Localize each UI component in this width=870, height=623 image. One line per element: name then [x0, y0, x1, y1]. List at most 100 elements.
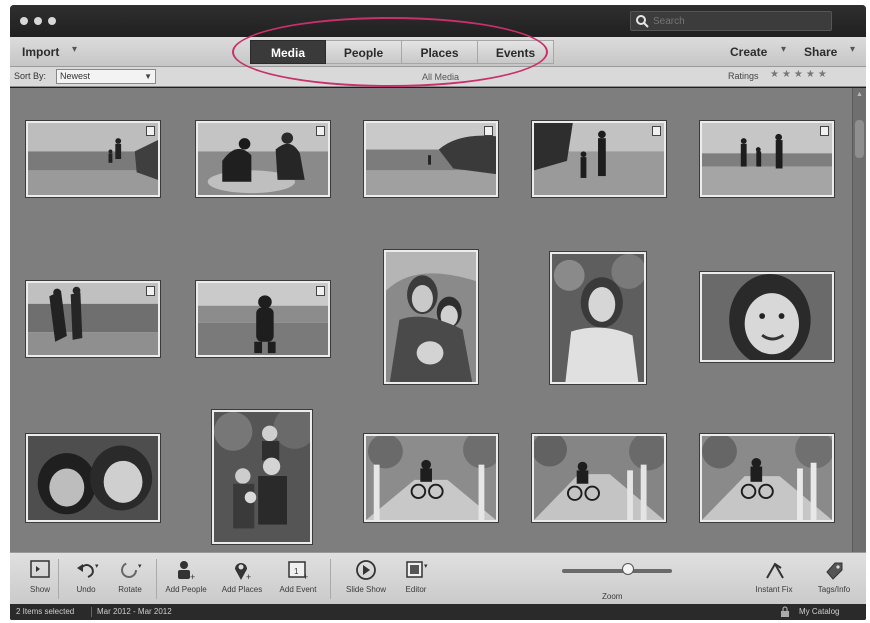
- tabs-highlight-annotation: [232, 17, 548, 87]
- minimize-window-button[interactable]: [34, 17, 42, 25]
- search-box[interactable]: [630, 11, 832, 31]
- media-thumbnail[interactable]: [364, 434, 498, 522]
- status-bar: 2 Items selected Mar 2012 - Mar 2012 My …: [10, 604, 866, 620]
- sort-by-label: Sort By:: [14, 71, 47, 81]
- lock-icon: [781, 606, 789, 617]
- media-thumbnail[interactable]: [550, 252, 646, 384]
- svg-text:+: +: [303, 572, 308, 582]
- bottom-toolbar: Show ▾ Undo ▾ Rotate + Add People + Add …: [10, 552, 866, 604]
- create-menu[interactable]: Create: [730, 45, 767, 59]
- stack-badge-icon[interactable]: [652, 126, 661, 136]
- instant-fix-button[interactable]: Instant Fix: [744, 558, 804, 602]
- stack-badge-icon[interactable]: [316, 286, 325, 296]
- close-window-button[interactable]: [20, 17, 28, 25]
- add-event-label: Add Event: [279, 585, 317, 594]
- status-divider: [91, 607, 92, 617]
- bikes-bridge-photo-image: [366, 436, 496, 520]
- child-beach-photo-image: [198, 283, 328, 355]
- import-menu[interactable]: Import: [22, 45, 59, 59]
- instant-fix-icon: [766, 562, 784, 579]
- media-thumbnail[interactable]: [532, 121, 666, 197]
- media-thumbnail[interactable]: [26, 281, 160, 357]
- tag-icon: [826, 562, 843, 580]
- ratings-label: Ratings: [728, 71, 759, 81]
- add-places-label: Add Places: [221, 585, 263, 594]
- rotate-icon: ▾: [121, 562, 142, 578]
- svg-text:▾: ▾: [424, 563, 428, 570]
- rocky-shore-photo-image: [366, 123, 496, 195]
- scroll-up-icon[interactable]: ▲: [856, 91, 863, 98]
- search-icon: [636, 15, 649, 28]
- media-thumbnail[interactable]: [26, 434, 160, 522]
- editor-icon: ▾: [406, 561, 428, 578]
- sort-dropdown[interactable]: Newest ▼: [56, 69, 156, 84]
- tags-info-button[interactable]: Tags/Info: [804, 558, 864, 602]
- media-grid: [10, 88, 852, 552]
- add-people-button[interactable]: + Add People: [156, 558, 216, 602]
- add-people-label: Add People: [165, 585, 207, 594]
- beach-photo-image: [28, 123, 158, 195]
- zoom-label: Zoom: [602, 592, 623, 601]
- media-thumbnail[interactable]: [212, 410, 312, 544]
- create-caret-icon: ▾: [781, 44, 787, 55]
- tags-info-label: Tags/Info: [817, 585, 851, 594]
- media-thumbnail[interactable]: [196, 281, 330, 357]
- media-thumbnail[interactable]: [364, 121, 498, 197]
- family-group-photo-image: [214, 412, 310, 542]
- search-input[interactable]: [653, 12, 829, 30]
- grid-scrollbar[interactable]: ▲: [852, 88, 866, 552]
- toolbar-divider: [330, 559, 331, 599]
- stack-badge-icon[interactable]: [316, 126, 325, 136]
- add-event-button[interactable]: 1 + Add Event: [268, 558, 328, 602]
- date-range: Mar 2012 - Mar 2012: [97, 607, 172, 616]
- stack-badge-icon[interactable]: [146, 126, 155, 136]
- undo-icon: ▾: [77, 563, 99, 578]
- app-window: Import ▾ Media People Places Events Crea…: [10, 5, 866, 620]
- media-thumbnail[interactable]: [384, 250, 478, 384]
- editor-label: Editor: [405, 585, 427, 594]
- selection-count: 2 Items selected: [16, 607, 75, 616]
- girl-closeup-photo-image: [702, 274, 832, 360]
- share-caret-icon: ▾: [850, 44, 856, 55]
- couple-water-photo-image: [28, 283, 158, 355]
- maximize-window-button[interactable]: [48, 17, 56, 25]
- bikes-bridge-photo-image: [534, 436, 664, 520]
- share-menu[interactable]: Share: [804, 45, 837, 59]
- calendar-icon: 1 +: [288, 561, 308, 582]
- mother-children-photo-image: [386, 252, 476, 382]
- media-thumbnail[interactable]: [26, 121, 160, 197]
- media-thumbnail[interactable]: [700, 272, 834, 362]
- show-panel-icon: [30, 560, 50, 578]
- map-pin-icon: +: [235, 563, 251, 582]
- add-places-button[interactable]: + Add Places: [212, 558, 272, 602]
- import-caret-icon: ▾: [72, 44, 78, 55]
- stack-badge-icon[interactable]: [146, 286, 155, 296]
- stack-badge-icon[interactable]: [820, 126, 829, 136]
- media-thumbnail[interactable]: [196, 121, 330, 197]
- zoom-slider-track[interactable]: [562, 569, 672, 573]
- media-thumbnail[interactable]: [700, 434, 834, 522]
- svg-text:+: +: [190, 572, 195, 582]
- zoom-slider-handle[interactable]: [622, 563, 634, 575]
- svg-text:▾: ▾: [95, 563, 99, 570]
- two-kids-photo-image: [28, 436, 158, 520]
- sort-dropdown-value: Newest: [60, 71, 91, 81]
- media-thumbnail[interactable]: [700, 121, 834, 197]
- rotate-label: Rotate: [118, 585, 142, 594]
- svg-text:1: 1: [294, 567, 299, 576]
- svg-text:▾: ▾: [138, 563, 142, 570]
- rating-stars[interactable]: ★★★★★: [770, 69, 830, 80]
- stack-badge-icon[interactable]: [484, 126, 493, 136]
- chevron-down-icon: ▼: [144, 72, 152, 81]
- family-walking-photo-image: [534, 123, 664, 195]
- editor-button[interactable]: ▾ Editor: [386, 558, 446, 602]
- rotate-button[interactable]: ▾ Rotate: [100, 558, 160, 602]
- scrollbar-thumb[interactable]: [855, 120, 864, 158]
- instant-fix-label: Instant Fix: [755, 585, 793, 594]
- girl-trees-photo-image: [552, 254, 644, 382]
- catalog-name[interactable]: My Catalog: [799, 607, 839, 616]
- family-hands-photo-image: [702, 123, 832, 195]
- svg-text:+: +: [246, 572, 251, 582]
- media-thumbnail[interactable]: [532, 434, 666, 522]
- add-people-icon: +: [178, 561, 195, 582]
